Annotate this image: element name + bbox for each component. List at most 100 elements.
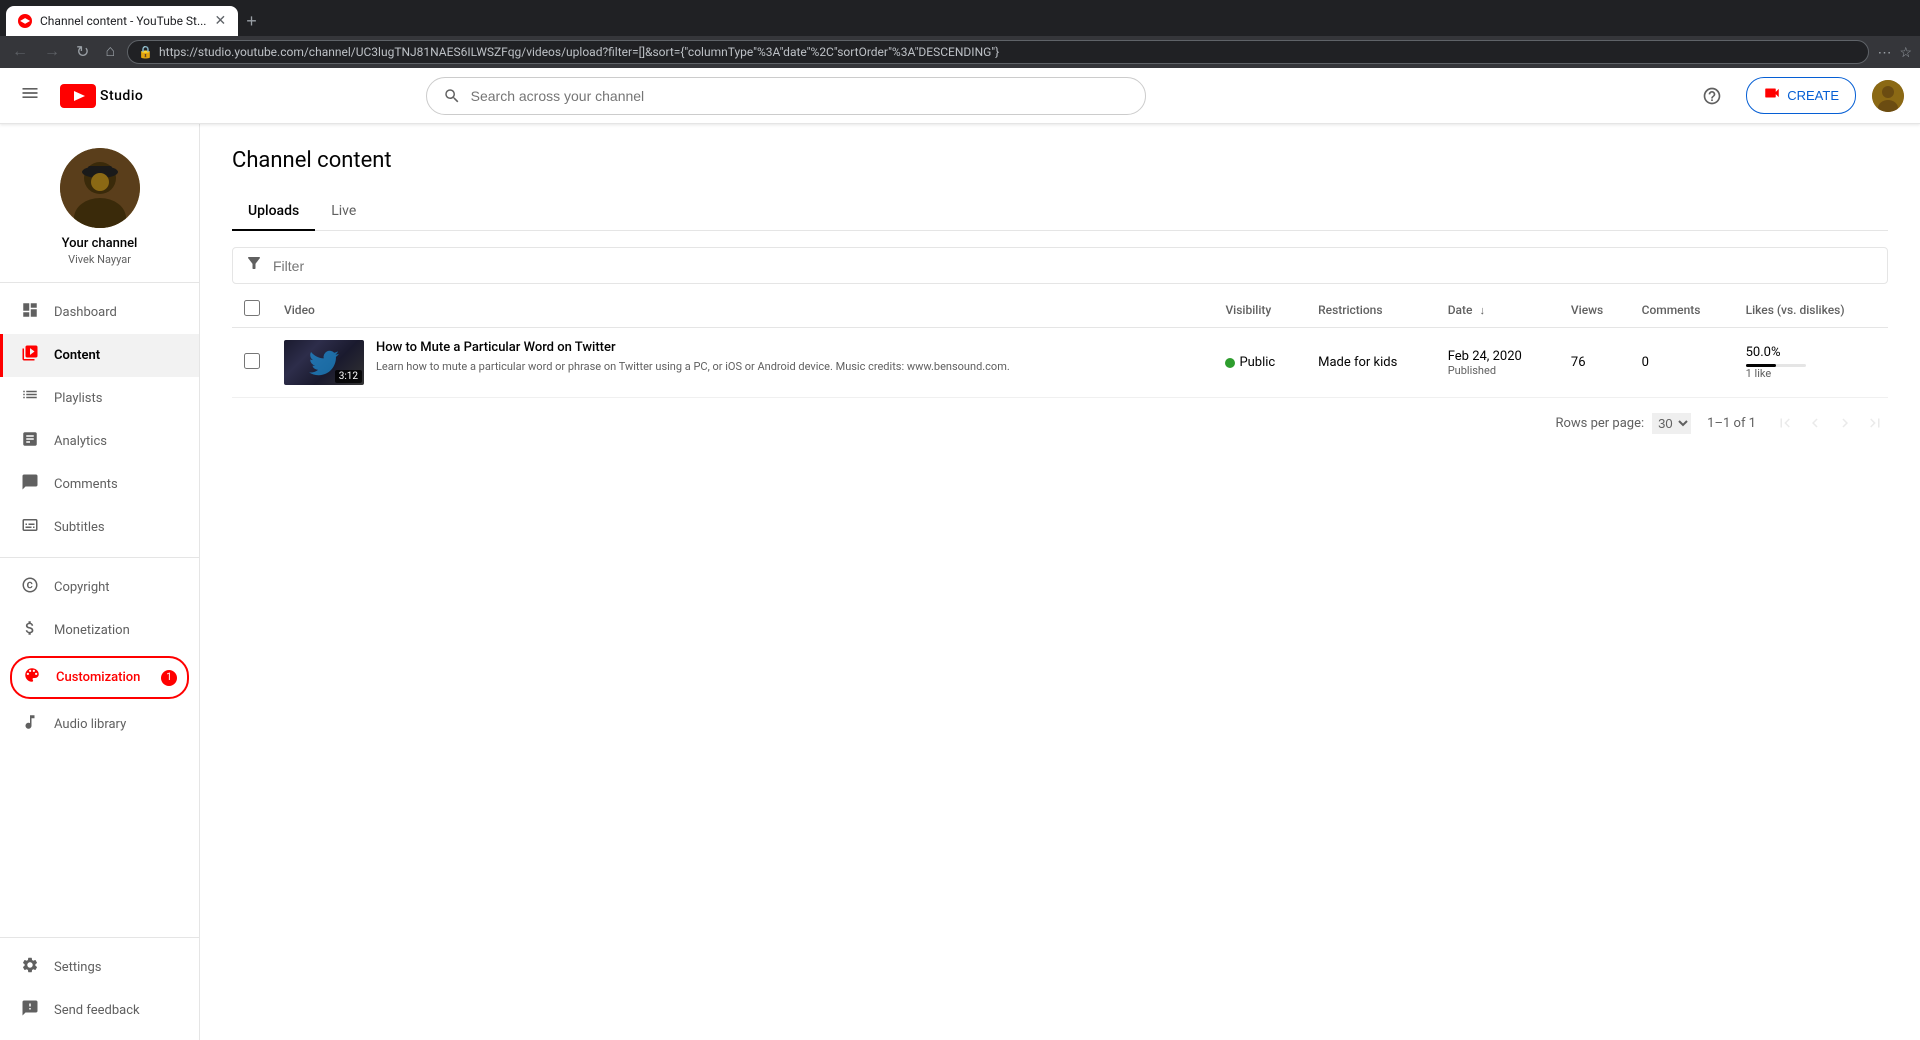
sidebar-item-customization[interactable]: Customization 1 bbox=[10, 656, 189, 699]
channel-avatar-image bbox=[60, 148, 140, 228]
sidebar-item-copyright[interactable]: Copyright bbox=[0, 566, 199, 609]
row-video-cell: 3:12 How to Mute a Particular Word on Tw… bbox=[272, 328, 1213, 398]
channel-info: Your channel Vivek Nayyar bbox=[0, 124, 199, 283]
sidebar-item-settings[interactable]: Settings bbox=[0, 946, 199, 989]
sidebar-item-label-monetization: Monetization bbox=[54, 623, 130, 638]
first-page-button[interactable] bbox=[1772, 410, 1798, 436]
back-button[interactable]: ← bbox=[8, 41, 32, 63]
user-avatar[interactable] bbox=[1872, 80, 1904, 112]
sidebar-item-analytics[interactable]: Analytics bbox=[0, 420, 199, 463]
video-description: Learn how to mute a particular word or p… bbox=[376, 359, 1201, 374]
sidebar-bottom-divider bbox=[0, 937, 199, 938]
row-visibility-cell: Public bbox=[1213, 328, 1306, 398]
sidebar-item-subtitles[interactable]: Subtitles bbox=[0, 506, 199, 549]
restrictions-label: Made for kids bbox=[1318, 355, 1397, 370]
row-likes-cell: 50.0% 1 like bbox=[1734, 328, 1888, 398]
tab-close-button[interactable]: ✕ bbox=[214, 13, 226, 29]
bookmarks-button[interactable]: ☆ bbox=[1899, 44, 1912, 61]
extensions-button[interactable]: ⋯ bbox=[1877, 44, 1891, 61]
hamburger-menu-button[interactable] bbox=[16, 79, 44, 113]
sort-arrow-icon: ↓ bbox=[1479, 304, 1485, 317]
table-body: 3:12 How to Mute a Particular Word on Tw… bbox=[232, 328, 1888, 398]
sidebar-item-playlists[interactable]: Playlists bbox=[0, 377, 199, 420]
create-button[interactable]: CREATE bbox=[1746, 77, 1856, 114]
visibility-badge: Public bbox=[1225, 355, 1294, 370]
sidebar: Your channel Vivek Nayyar Dashboard bbox=[0, 124, 200, 1040]
address-bar[interactable]: 🔒 https://studio.youtube.com/channel/UC3… bbox=[127, 40, 1869, 64]
last-page-button[interactable] bbox=[1862, 410, 1888, 436]
channel-avatar bbox=[60, 148, 140, 228]
table-header-row: Video Visibility Restrictions Date ↓ Vie… bbox=[232, 292, 1888, 328]
browser-toolbar: ← → ↻ ⌂ 🔒 https://studio.youtube.com/cha… bbox=[0, 36, 1920, 68]
likes-count: 1 like bbox=[1746, 367, 1876, 380]
forward-button[interactable]: → bbox=[40, 41, 64, 63]
col-header-likes: Likes (vs. dislikes) bbox=[1734, 292, 1888, 328]
page-title: Channel content bbox=[232, 148, 1888, 173]
customization-badge: 1 bbox=[161, 670, 177, 686]
sidebar-item-label-subtitles: Subtitles bbox=[54, 520, 105, 535]
prev-page-button[interactable] bbox=[1802, 410, 1828, 436]
table-header: Video Visibility Restrictions Date ↓ Vie… bbox=[232, 292, 1888, 328]
filter-input[interactable] bbox=[273, 258, 1875, 274]
sidebar-item-audio-library[interactable]: Audio library bbox=[0, 703, 199, 746]
rows-per-page-label: Rows per page: bbox=[1555, 416, 1644, 431]
channel-handle: Vivek Nayyar bbox=[68, 253, 131, 266]
playlists-icon bbox=[20, 387, 40, 410]
tabs-bar: Uploads Live bbox=[232, 193, 1888, 231]
col-header-date[interactable]: Date ↓ bbox=[1436, 292, 1559, 328]
visibility-label: Public bbox=[1239, 355, 1275, 370]
sidebar-item-comments[interactable]: Comments bbox=[0, 463, 199, 506]
audio-library-icon bbox=[20, 713, 40, 736]
search-icon bbox=[443, 87, 461, 105]
app-container: Studio CREATE bbox=[0, 68, 1920, 1040]
sidebar-item-monetization[interactable]: Monetization bbox=[0, 609, 199, 652]
camera-icon bbox=[1763, 84, 1781, 107]
video-cell: 3:12 How to Mute a Particular Word on Tw… bbox=[284, 340, 1201, 385]
create-label: CREATE bbox=[1787, 88, 1839, 103]
col-header-views: Views bbox=[1559, 292, 1630, 328]
sidebar-item-content[interactable]: Content bbox=[0, 334, 199, 377]
video-thumbnail[interactable]: 3:12 bbox=[284, 340, 364, 385]
search-input-wrap[interactable] bbox=[426, 77, 1146, 115]
tab-uploads[interactable]: Uploads bbox=[232, 193, 315, 231]
header-checkbox-col bbox=[232, 292, 272, 328]
logo-area[interactable]: Studio bbox=[60, 84, 143, 108]
browser-tabs-bar: Channel content - YouTube St... ✕ + bbox=[0, 0, 1920, 36]
filter-icon bbox=[245, 254, 263, 277]
active-browser-tab[interactable]: Channel content - YouTube St... ✕ bbox=[6, 6, 238, 36]
pagination-bar: Rows per page: 10 20 30 50 1–1 of 1 bbox=[232, 398, 1888, 448]
next-page-button[interactable] bbox=[1832, 410, 1858, 436]
help-button[interactable] bbox=[1694, 78, 1730, 114]
settings-icon bbox=[20, 956, 40, 979]
col-header-video: Video bbox=[272, 292, 1213, 328]
col-header-restrictions: Restrictions bbox=[1306, 292, 1436, 328]
sidebar-item-label-content: Content bbox=[54, 348, 100, 363]
search-input[interactable] bbox=[471, 88, 1129, 104]
comments-icon bbox=[20, 473, 40, 496]
new-tab-button[interactable]: + bbox=[242, 7, 261, 36]
row-restrictions-cell: Made for kids bbox=[1306, 328, 1436, 398]
sidebar-item-send-feedback[interactable]: Send feedback bbox=[0, 989, 199, 1032]
video-info: How to Mute a Particular Word on Twitter… bbox=[376, 340, 1201, 374]
search-bar bbox=[426, 77, 1146, 115]
tab-title: Channel content - YouTube St... bbox=[40, 14, 206, 28]
page-info: 1–1 of 1 bbox=[1707, 416, 1756, 431]
rows-per-page-select[interactable]: 10 20 30 50 bbox=[1652, 413, 1691, 434]
dashboard-icon bbox=[20, 301, 40, 324]
table-row: 3:12 How to Mute a Particular Word on Tw… bbox=[232, 328, 1888, 398]
reload-button[interactable]: ↻ bbox=[72, 40, 93, 64]
row-date-cell: Feb 24, 2020 Published bbox=[1436, 328, 1559, 398]
filter-bar[interactable] bbox=[232, 247, 1888, 284]
row-checkbox[interactable] bbox=[244, 353, 260, 369]
home-button[interactable]: ⌂ bbox=[101, 41, 119, 63]
tab-live[interactable]: Live bbox=[315, 193, 372, 231]
sidebar-item-label-settings: Settings bbox=[54, 960, 101, 975]
header-right-actions: CREATE bbox=[1694, 77, 1904, 114]
comments-value: 0 bbox=[1642, 355, 1649, 370]
select-all-checkbox[interactable] bbox=[244, 300, 260, 316]
browser-actions: ⋯ ☆ bbox=[1877, 44, 1912, 61]
video-duration: 3:12 bbox=[335, 370, 362, 383]
video-title[interactable]: How to Mute a Particular Word on Twitter bbox=[376, 340, 1201, 355]
sidebar-item-dashboard[interactable]: Dashboard bbox=[0, 291, 199, 334]
app-header: Studio CREATE bbox=[0, 68, 1920, 124]
